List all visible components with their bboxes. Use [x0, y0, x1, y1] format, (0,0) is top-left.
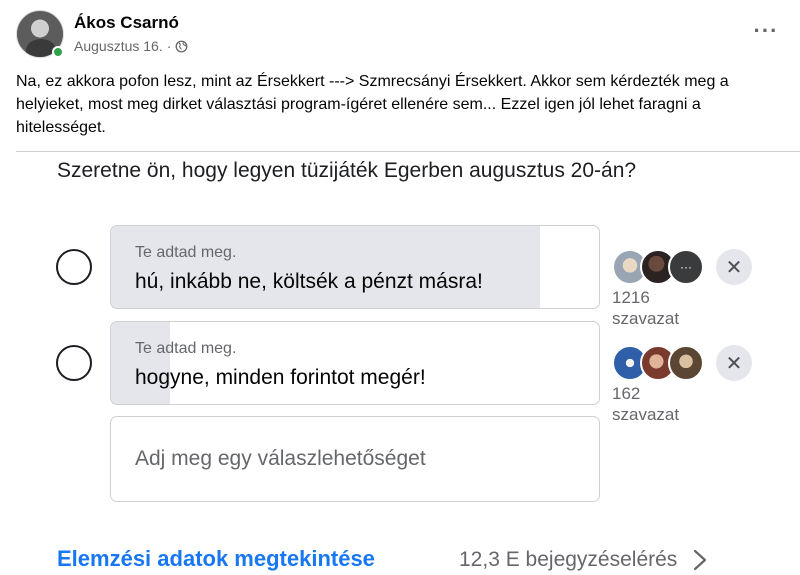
- poll-option: Te adtad meg. hú, inkább ne, költsék a p…: [0, 225, 800, 328]
- vote-count[interactable]: 162 szavazat: [612, 383, 679, 425]
- divider: [16, 151, 800, 152]
- post-reach-text: 12,3 E bejegyzéselérés: [459, 548, 678, 571]
- option-text: hogyne, minden forintot megér!: [135, 366, 426, 389]
- option-added-by: Te adtad meg.: [135, 340, 237, 357]
- post-date[interactable]: Augusztus 16.: [74, 38, 163, 54]
- vote-share-fill: [111, 226, 541, 308]
- vote-count-number: 162: [612, 384, 641, 403]
- vote-count-number: 1216: [612, 288, 650, 307]
- vote-share-fill: [111, 322, 170, 404]
- option-text: hú, inkább ne, költsék a pénzt másra!: [135, 270, 483, 293]
- voter-avatar: [668, 345, 704, 381]
- voter-avatars[interactable]: ···: [612, 249, 708, 285]
- voter-avatars[interactable]: [612, 345, 708, 381]
- remove-option-button[interactable]: ✕: [716, 345, 752, 381]
- chevron-right-icon: [694, 549, 707, 571]
- post-meta: Augusztus 16. ·: [74, 38, 188, 54]
- more-voters-icon: ···: [668, 249, 704, 285]
- author-name[interactable]: Ákos Csarnó: [74, 13, 179, 33]
- poll-option-box[interactable]: Te adtad meg. hogyne, minden forintot me…: [110, 321, 600, 405]
- poll-question: Szeretne ön, hogy legyen tüzijáték Egerb…: [57, 159, 637, 182]
- remove-option-button[interactable]: ✕: [716, 249, 752, 285]
- option-added-by: Te adtad meg.: [135, 244, 237, 261]
- poll-option-box[interactable]: Te adtad meg. hú, inkább ne, költsék a p…: [110, 225, 600, 309]
- globe-icon[interactable]: [175, 40, 188, 53]
- post-header: Ákos Csarnó Augusztus 16. · ···: [16, 10, 784, 62]
- insights-link[interactable]: Elemzési adatok megtekintése: [57, 546, 375, 572]
- vote-count-label: szavazat: [612, 405, 680, 424]
- post-reach[interactable]: 12,3 E bejegyzéselérés: [459, 548, 707, 572]
- poll-radio-button[interactable]: [56, 345, 92, 381]
- meta-separator: ·: [166, 38, 172, 54]
- poll-option: Te adtad meg. hogyne, minden forintot me…: [0, 321, 800, 424]
- poll-radio-button[interactable]: [56, 249, 92, 285]
- add-option-input[interactable]: [110, 416, 600, 502]
- more-options-button[interactable]: ···: [748, 16, 784, 46]
- online-status-dot: [52, 46, 64, 58]
- post-text: Na, ez akkora pofon lesz, mint az Érsekk…: [16, 73, 729, 136]
